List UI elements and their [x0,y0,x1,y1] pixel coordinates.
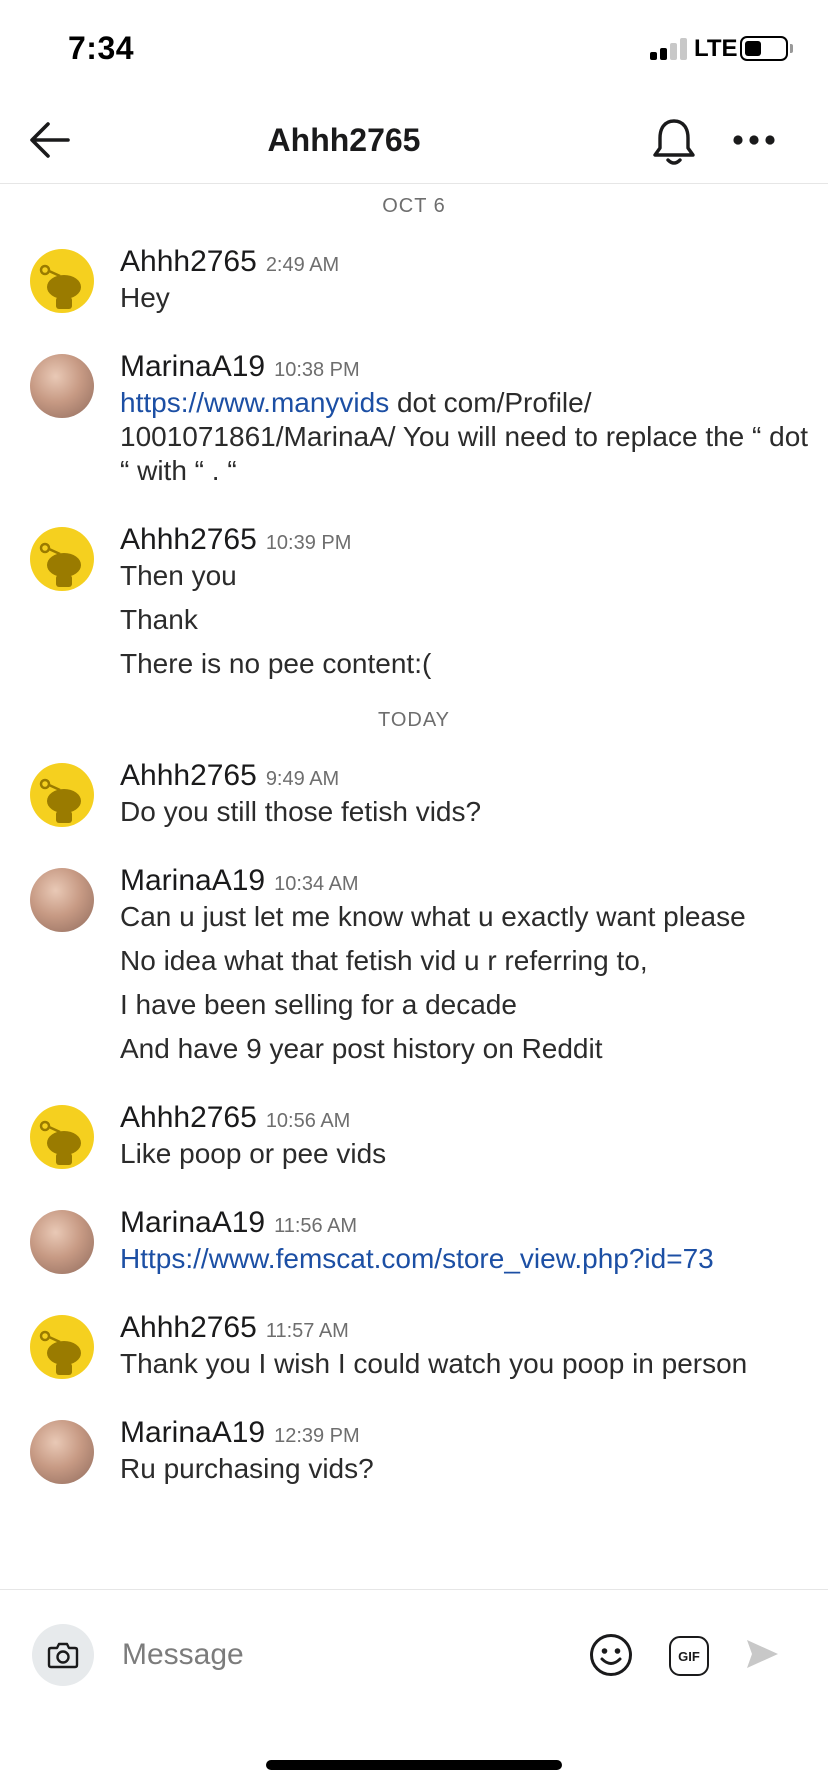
message-group: MarinaA19 10:34 AM Can u just let me kno… [0,864,828,1066]
chat-header: Ahhh2765 [0,100,828,184]
message-header: MarinaA19 10:34 AM [120,864,814,900]
sender-name[interactable]: Ahhh2765 [120,1101,257,1135]
send-icon [747,1640,778,1668]
message-time: 11:56 AM [274,1215,358,1237]
sender-name[interactable]: Ahhh2765 [120,759,257,793]
photo-avatar[interactable] [30,1420,94,1484]
message-header: Ahhh2765 9:49 AM [120,759,814,795]
send-button[interactable] [742,1634,782,1674]
smiley-icon [590,1634,632,1676]
snoo-avatar-icon[interactable] [30,249,94,313]
message-link[interactable]: https://www.manyvids [120,387,389,418]
photo-avatar[interactable] [30,354,94,418]
message-time: 9:49 AM [265,768,340,790]
message-group: Ahhh2765 11:57 AM Thank you I wish I cou… [0,1311,828,1381]
message-header: Ahhh2765 2:49 AM [120,245,814,281]
network-type: LTE [694,35,738,62]
camera-button[interactable] [32,1624,94,1686]
message-group: Ahhh2765 10:39 PM Then you Thank There i… [0,523,828,681]
home-indicator[interactable] [266,1760,562,1770]
sender-name[interactable]: MarinaA19 [120,1206,265,1240]
battery-tip [790,44,793,53]
message-time: 12:39 PM [274,1425,360,1447]
message-time: 11:57 AM [265,1320,349,1342]
status-time: 7:34 [68,30,135,66]
sender-name[interactable]: MarinaA19 [120,350,265,384]
message-header: Ahhh2765 10:56 AM [120,1101,814,1137]
message-time: 10:34 AM [274,873,359,895]
message-header: MarinaA19 12:39 PM [120,1416,814,1452]
message-list[interactable]: OCT 6 Ahhh2765 2:49 AM Hey MarinaA19 10:… [0,185,828,1589]
message-text: No idea what that fetish vid u r referri… [120,945,648,976]
notifications-button[interactable] [646,112,702,172]
emoji-button[interactable] [588,1632,634,1678]
message-group: Ahhh2765 10:56 AM Like poop or pee vids [0,1101,828,1171]
message-text: Like poop or pee vids [120,1138,387,1169]
message-group: MarinaA19 11:56 AM Https://www.femscat.c… [0,1206,828,1276]
message-time: 10:39 PM [265,532,352,554]
message-text: Https://www.femscat.com/store_view.php?i… [120,1242,814,1276]
message-text: Thank [120,604,198,635]
sender-name[interactable]: Ahhh2765 [120,1311,257,1345]
message-group: MarinaA19 10:38 PM https://www.manyvids … [0,350,828,488]
message-group: Ahhh2765 9:49 AM Do you still those feti… [0,759,828,829]
message-text: Thank you I wish I could watch you poop … [120,1348,748,1379]
message-composer: GIF [0,1589,828,1729]
photo-avatar[interactable] [30,868,94,932]
message-text: There is no pee content:( [120,648,432,679]
bell-icon [653,119,695,165]
message-text: Hey [120,282,170,313]
message-time: 10:56 AM [265,1110,351,1132]
sender-name[interactable]: MarinaA19 [120,1416,265,1450]
message-time: 2:49 AM [265,254,340,276]
gif-icon[interactable]: GIF [669,1636,709,1676]
chat-title[interactable]: Ahhh2765 [0,122,688,159]
sender-name[interactable]: Ahhh2765 [120,523,257,557]
message-text: And have 9 year post history on Reddit [120,1033,603,1064]
message-header: MarinaA19 10:38 PM [120,350,814,386]
snoo-avatar-icon[interactable] [30,1105,94,1169]
more-horizontal-icon [733,135,775,145]
message-input[interactable] [122,1630,562,1680]
message-text: Ru purchasing vids? [120,1453,374,1484]
sender-name[interactable]: MarinaA19 [120,864,265,898]
signal-strength-icon [650,38,688,60]
more-options-button[interactable] [726,112,782,168]
snoo-avatar-icon[interactable] [30,1315,94,1379]
snoo-avatar-icon[interactable] [30,527,94,591]
sender-name[interactable]: Ahhh2765 [120,245,257,279]
message-group: Ahhh2765 2:49 AM Hey [0,245,828,315]
message-text: https://www.manyvids dot com/Profile/ 10… [120,386,814,488]
message-time: 10:38 PM [274,359,360,381]
message-header: Ahhh2765 10:39 PM [120,523,814,559]
message-group: MarinaA19 12:39 PM Ru purchasing vids? [0,1416,828,1486]
message-text: Can u just let me know what u exactly wa… [120,901,746,932]
date-separator: TODAY [377,709,451,731]
message-text: I have been selling for a decade [120,989,517,1020]
battery-icon [740,36,788,61]
message-text: Do you still those fetish vids? [120,796,482,827]
photo-avatar[interactable] [30,1210,94,1274]
message-header: Ahhh2765 11:57 AM [120,1311,814,1347]
status-bar: 7:34 LTE [0,0,828,100]
message-text: Then you [120,560,237,591]
date-separator: OCT 6 [382,195,446,217]
message-header: MarinaA19 11:56 AM [120,1206,814,1242]
camera-icon [47,1642,79,1669]
message-link[interactable]: Https://www.femscat.com/store_view.php?i… [120,1243,714,1274]
snoo-avatar-icon[interactable] [30,763,94,827]
